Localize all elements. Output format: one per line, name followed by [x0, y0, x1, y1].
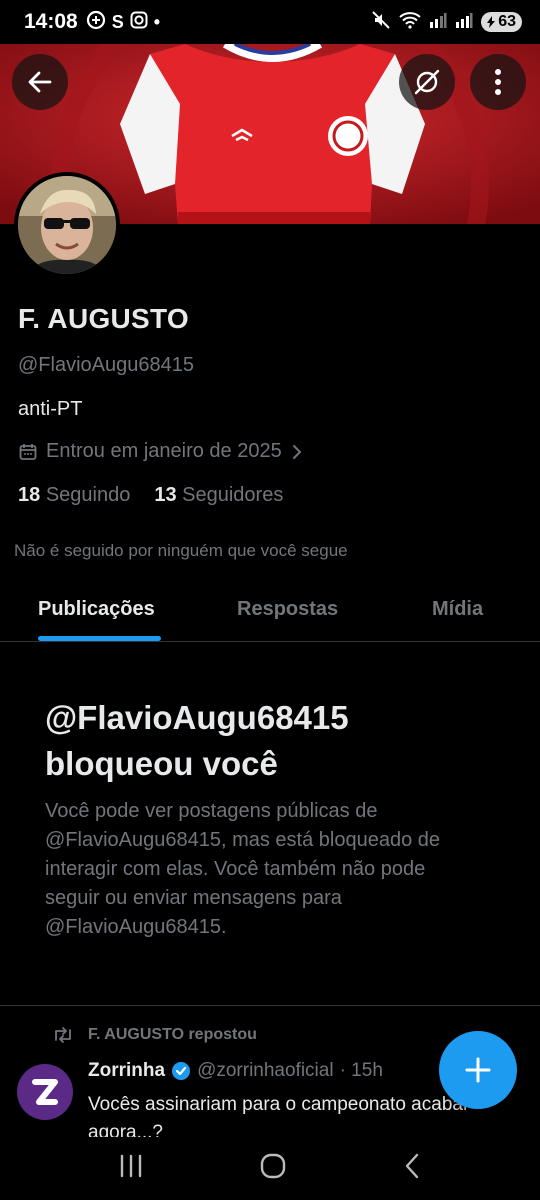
repost-label: F. AUGUSTO repostou [88, 1026, 257, 1043]
system-back-button[interactable] [402, 1152, 422, 1185]
signal-2-icon [455, 12, 473, 33]
status-bar: 14:08 S • 63 [0, 0, 540, 44]
more-options-button[interactable] [470, 54, 526, 110]
blocked-title: @FlavioAugu68415 bloqueou você [45, 699, 349, 782]
calendar-icon [19, 443, 37, 460]
signal-icon [429, 12, 447, 33]
s-app-icon: S [111, 11, 124, 32]
tab-respostas[interactable]: Respostas [237, 598, 338, 621]
verified-badge-icon [172, 1062, 191, 1080]
tab-midia[interactable]: Mídia [432, 598, 483, 621]
more-vertical-icon [495, 69, 501, 95]
zorrinha-logo-icon [32, 1079, 58, 1105]
recent-apps-button[interactable] [118, 1154, 144, 1183]
blocked-body: Você pode ver postagens públicas de @Fla… [45, 800, 441, 938]
followers-label: Seguidores [182, 484, 284, 506]
not-followed-note: Não é seguido por ninguém que você segue [14, 541, 348, 560]
post-header: Zorrinha @zorrinhaoficial · 15h [88, 1060, 383, 1082]
home-button[interactable] [259, 1152, 287, 1185]
wifi-icon [399, 11, 421, 34]
home-icon [260, 1153, 286, 1179]
system-nav-bar [0, 1137, 540, 1200]
chevron-right-icon [292, 444, 302, 459]
joined-text: Entrou em janeiro de 2025 [46, 440, 282, 462]
avatar-photo [18, 176, 116, 274]
status-right: 63 [371, 10, 522, 35]
following-count: 18 [18, 484, 41, 506]
profile-tabs: Publicações Respostas Mídia [0, 580, 540, 642]
back-arrow-icon [28, 71, 52, 93]
battery-indicator: 63 [481, 12, 522, 32]
profile-handle: @FlavioAugu68415 [18, 354, 194, 376]
joined-date[interactable]: Entrou em janeiro de 2025 [18, 440, 304, 463]
messenger-icon [86, 10, 106, 35]
battery-level: 63 [498, 13, 516, 30]
recent-apps-icon [120, 1154, 141, 1178]
post-time: · 15h [339, 1060, 383, 1081]
profile-avatar[interactable] [14, 172, 120, 278]
post-author-avatar[interactable] [17, 1064, 73, 1120]
compose-button[interactable] [439, 1031, 517, 1109]
plus-icon [465, 1057, 491, 1083]
status-time: 14:08 [24, 10, 78, 33]
instagram-icon [130, 11, 148, 34]
grok-icon [414, 69, 440, 95]
grok-button[interactable] [399, 54, 455, 110]
notification-icons: S • [86, 10, 160, 35]
follow-stats: 18 Seguindo 13 Seguidores [18, 484, 283, 507]
repost-indicator: F. AUGUSTO repostou [52, 1026, 257, 1044]
following-label: Seguindo [45, 484, 131, 506]
followers-count: 13 [154, 484, 177, 506]
display-name: F. AUGUSTO [18, 303, 190, 334]
back-button[interactable] [12, 54, 68, 110]
divider [0, 1005, 540, 1006]
dot-icon: • [153, 11, 161, 32]
profile-bio: anti-PT [18, 398, 83, 420]
following-link[interactable]: 18 Seguindo [18, 484, 130, 507]
mute-icon [371, 10, 391, 35]
active-tab-indicator [38, 636, 161, 641]
post-author-handle[interactable]: @zorrinhaoficial [197, 1060, 334, 1082]
tab-publicacoes[interactable]: Publicações [38, 598, 155, 621]
post-author-name[interactable]: Zorrinha [88, 1060, 165, 1082]
followers-link[interactable]: 13 Seguidores [154, 484, 283, 507]
back-chevron-icon [406, 1153, 419, 1179]
repost-icon [55, 1027, 71, 1043]
